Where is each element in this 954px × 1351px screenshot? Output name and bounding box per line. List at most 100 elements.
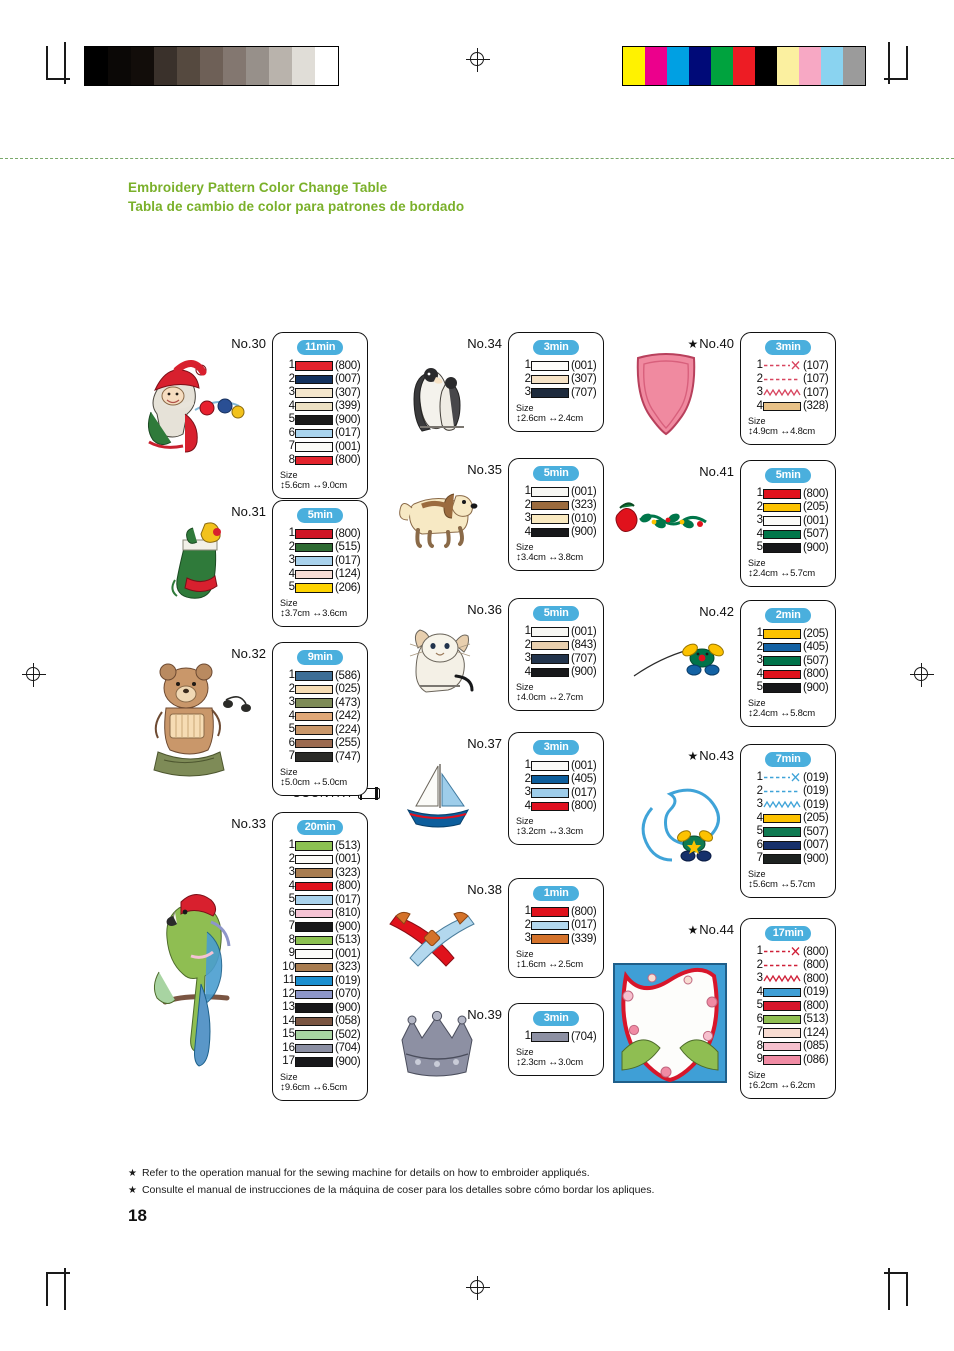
size-values: ↕5.0cm ↔5.0cm	[280, 777, 360, 789]
footnote-spanish-text: Consulte el manual de instrucciones de l…	[141, 1184, 655, 1196]
size-width: 5.8cm	[790, 707, 815, 719]
thread-color-code: (800)	[335, 527, 361, 540]
color-row: 9 (086)	[748, 1053, 829, 1067]
size-values: ↕3.7cm ↔3.6cm	[280, 608, 360, 620]
thread-color-swatch-cell	[295, 413, 335, 427]
pattern-size-block: Size ↕4.9cm ↔4.8cm	[748, 416, 828, 438]
color-order-number: 2	[288, 372, 295, 385]
thread-color-swatch	[295, 442, 333, 452]
horizontal-arrow-icon: ↔	[309, 1081, 323, 1093]
color-row: 5 (206)	[280, 581, 361, 595]
size-label: Size	[516, 542, 534, 552]
color-order-number: 7	[288, 920, 295, 932]
color-sequence-table: 1 (800) 2 (515) 3 (017) 4 (124) 5 (206)	[280, 527, 361, 595]
color-order-number: 8	[756, 1039, 763, 1052]
calibration-swatch-6	[223, 47, 246, 85]
calibration-swatch-1	[108, 47, 131, 85]
star-icon: ★	[687, 337, 699, 351]
thread-color-swatch	[295, 542, 333, 552]
color-row: 4 (124)	[280, 568, 361, 582]
thread-color-swatch	[295, 1016, 333, 1026]
thread-color-code: (323)	[571, 499, 597, 512]
size-label: Size	[748, 868, 766, 879]
thread-color-code: (001)	[803, 514, 829, 527]
thread-color-swatch	[295, 361, 333, 371]
size-label: Size	[280, 470, 298, 480]
color-row: 3 (507)	[748, 654, 829, 668]
color-row: 1 (513)	[280, 839, 361, 853]
thread-color-swatch	[531, 361, 569, 371]
thread-color-swatch-cell	[295, 974, 335, 988]
color-order-number: 15	[282, 1028, 295, 1040]
color-row: 2 (205)	[748, 500, 829, 515]
color-row: 1 (586)	[280, 669, 361, 683]
thread-color-swatch	[295, 841, 333, 851]
thread-color-code: (017)	[335, 427, 361, 440]
thread-color-code: (900)	[335, 1055, 361, 1068]
thread-color-code: (800)	[803, 999, 829, 1012]
calibration-swatch-8	[799, 47, 821, 85]
thread-color-code: (007)	[335, 373, 361, 386]
thread-color-swatch-cell	[295, 710, 335, 724]
thread-color-code: (507)	[803, 528, 829, 541]
thread-color-swatch	[531, 500, 569, 510]
registration-mark-top	[466, 48, 490, 72]
stitch-time-badge: 1min	[533, 886, 580, 901]
dashed-cut-stitch-icon	[763, 946, 801, 957]
color-order-number: 17	[282, 1055, 295, 1067]
pattern-id-label: ★No.43	[688, 748, 740, 763]
thread-color-swatch-cell	[531, 652, 571, 666]
thread-color-code: (255)	[335, 737, 361, 750]
thread-color-swatch	[295, 962, 333, 972]
color-row: 5 (507)	[748, 825, 829, 839]
size-height: 5.6cm	[284, 480, 310, 491]
thread-color-code: (800)	[803, 487, 829, 500]
pattern-size-block: Size ↕6.2cm ↔6.2cm	[748, 1070, 828, 1092]
color-order-number: 2	[524, 918, 531, 931]
color-row: 15 (502)	[280, 1028, 360, 1042]
thread-color-code: (405)	[803, 641, 829, 654]
pattern-id-label: ★No.40	[688, 336, 740, 351]
thread-color-code: (800)	[803, 668, 829, 681]
thread-color-swatch	[295, 895, 333, 905]
color-row: 13 (900)	[280, 1001, 360, 1015]
size-values: ↕9.6cm ↔6.5cm	[280, 1082, 360, 1094]
color-row: 6 (007)	[748, 839, 829, 853]
artwork-no35	[396, 478, 482, 548]
size-width: 9.0cm	[322, 480, 347, 491]
color-order-number: 4	[288, 709, 295, 722]
thread-color-code: (323)	[335, 866, 361, 879]
star-icon: ★	[687, 749, 699, 763]
thread-color-swatch	[763, 543, 801, 553]
calibration-swatch-2	[131, 47, 154, 85]
color-row: 2 (007)	[280, 372, 361, 387]
color-order-number: 2	[756, 500, 763, 513]
thread-color-swatch-cell	[763, 541, 803, 555]
thread-color-code: (124)	[335, 568, 361, 581]
thread-color-code: (205)	[803, 501, 829, 514]
pattern-size-block: Size ↕5.0cm ↔5.0cm	[280, 767, 360, 789]
color-order-number: 6	[288, 906, 295, 919]
thread-color-swatch	[531, 388, 569, 398]
pattern-color-table: 3min 1 (001) 2 (307) 3 (707) Size ↕2.6cm ↔2.4cm	[508, 332, 605, 432]
thread-color-swatch-cell	[531, 773, 571, 787]
thread-color-swatch	[531, 640, 569, 650]
calibration-swatch-10	[315, 47, 338, 85]
size-height: 2.4cm	[752, 707, 778, 719]
horizontal-arrow-icon: ↔	[777, 707, 791, 719]
color-row: 3 (017)	[280, 554, 361, 568]
color-order-number: 2	[524, 638, 531, 651]
thread-color-swatch	[763, 1055, 801, 1065]
pattern-color-table: 5min 1 (800) 2 (515) 3 (017) 4 (124) 5 (206) Size ↕3…	[272, 500, 369, 627]
color-order-number: 1	[756, 487, 763, 499]
thread-color-swatch-cell	[295, 893, 335, 907]
thread-color-code: (513)	[335, 839, 361, 852]
thread-color-swatch-cell	[531, 1030, 571, 1044]
stitch-time-badge: 20min	[297, 820, 344, 835]
color-row: 1 (001)	[516, 485, 597, 499]
stitch-time-badge: 5min	[297, 508, 344, 523]
pattern-card-no-38: No.38 1min 1 (800) 2 (017) 3 (339) Size ↕1.6cm ↔2…	[467, 878, 605, 978]
size-width: 3.6cm	[322, 607, 347, 619]
thread-color-swatch-cell	[531, 919, 571, 933]
size-height: 5.0cm	[284, 776, 310, 788]
